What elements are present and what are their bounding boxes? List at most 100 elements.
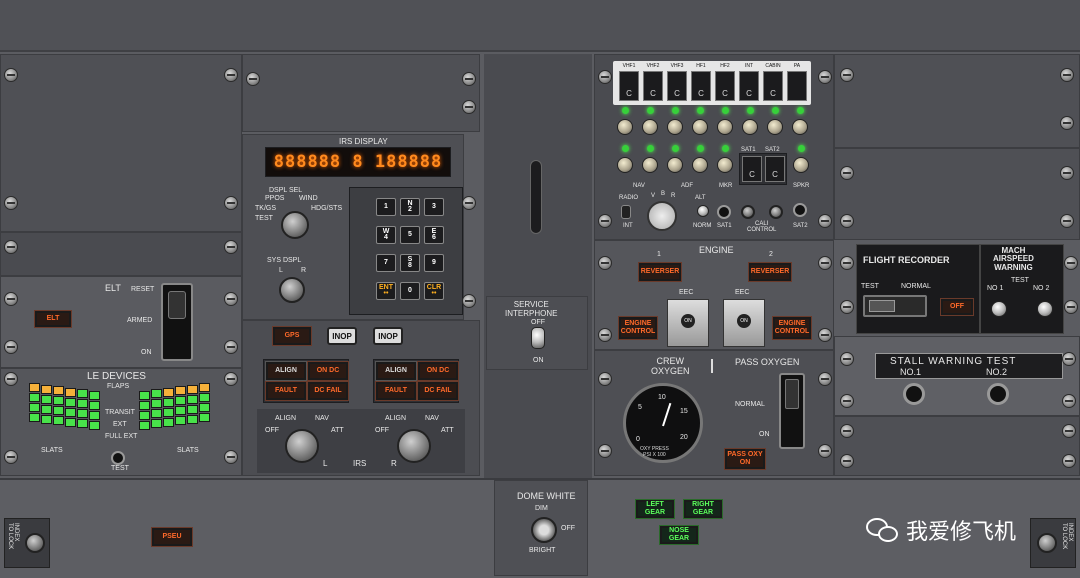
index-lock-left[interactable]: INDEX TO LOCK [4,518,50,568]
volume-knob[interactable] [742,119,758,135]
volume-knob[interactable] [717,157,733,173]
le-indicator-light [199,393,210,402]
cali-knob-2[interactable] [769,205,783,219]
vbr-filter-knob[interactable] [647,201,677,231]
sat2-jack[interactable] [793,203,807,217]
audio-tabs: VHF1 C VHF2 C VHF3 C HF1 C HF2 C INT C CABIN C PA [617,61,809,105]
elt-switch[interactable] [161,283,193,361]
cali-knob-1[interactable] [741,205,755,219]
keypad-key[interactable]: ENT •• [376,282,396,300]
volume-knob[interactable] [617,119,633,135]
stall-test-2-button[interactable] [987,383,1009,405]
keypad-key[interactable]: 3 [424,198,444,216]
mach-test-1[interactable] [991,301,1007,317]
audio-transmit-button[interactable]: C [643,71,663,101]
r-off-label: OFF [375,427,389,434]
audio-transmit-button[interactable]: C [763,71,783,101]
b-label: B [661,191,666,197]
le-indicator-light [89,391,100,400]
volume-knob[interactable] [642,157,658,173]
sat2-button[interactable]: C [765,156,785,182]
keypad-key[interactable]: S 8 [400,254,420,272]
keypad-key[interactable]: N 2 [400,198,420,216]
le-test-button[interactable] [111,451,125,465]
spkr-knob[interactable] [793,157,809,173]
inop-button-1[interactable]: INOP [327,327,357,345]
volume-knob[interactable] [667,157,683,173]
elt-on-label: ON [141,349,152,356]
alt-norm-toggle[interactable] [697,205,709,217]
volume-knob[interactable] [642,119,658,135]
right-irs-mode-knob[interactable] [397,429,431,463]
inop-button-2[interactable]: INOP [373,327,403,345]
volume-knob[interactable] [667,119,683,135]
audio-transmit-button[interactable]: C [619,71,639,101]
le-indicator-light [187,394,198,404]
mach-no1-label: NO 1 [987,285,1004,292]
dome-white-toggle[interactable] [531,517,557,543]
stall-warning-panel: STALL WARNING TEST NO.1 NO.2 [834,336,1080,416]
radio-int-switch[interactable] [621,205,631,219]
volume-knob[interactable] [692,157,708,173]
volume-knob[interactable] [692,119,708,135]
receiver-led [797,107,804,114]
service-off-label: OFF [531,319,545,326]
keypad-key[interactable]: 9 [424,254,444,272]
audio-transmit-button[interactable] [787,71,807,101]
screw-icon [4,450,18,464]
eec-2-guard[interactable]: ON [723,299,765,347]
stall-test-1-button[interactable] [903,383,925,405]
le-indicator-light [199,403,210,412]
keypad-key[interactable]: 7 [376,254,396,272]
audio-tab-label: VHF2 [646,63,660,69]
keypad-key[interactable]: E 6 [424,226,444,244]
le-indicator-light [199,383,210,392]
audio-transmit-button[interactable]: C [667,71,687,101]
receiver-led [747,107,754,114]
audio-transmit-button[interactable]: C [739,71,759,101]
screw-icon [462,196,476,210]
flight-recorder-title: FLIGHT RECORDER [863,255,950,265]
audio-transmit-button[interactable]: C [715,71,735,101]
mach-warning-panel: MACH AIRSPEED WARNING TEST NO 1 NO 2 [980,244,1064,334]
le-indicator-light [151,389,162,399]
flight-recorder-switch[interactable] [863,295,927,317]
norm-label: NORM [693,223,712,229]
keypad-key[interactable]: 1 [376,198,396,216]
service-interphone-toggle[interactable] [531,327,545,349]
irs-right-annunciators: ALIGN ON DC FAULT DC FAIL [373,359,459,403]
irs-mode-panel: GPS INOP INOP ALIGN ON DC FAULT DC FAIL … [242,320,480,476]
index-lock-right[interactable]: INDEX TO LOCK [1030,518,1076,568]
receiver-led [647,145,654,152]
sys-display-knob[interactable] [279,277,305,303]
screw-icon [840,352,854,366]
index-lock-left-knob[interactable] [25,533,45,553]
volume-knob[interactable] [617,157,633,173]
left-irs-mode-knob[interactable] [285,429,319,463]
keypad-key[interactable]: 5 [400,226,420,244]
keypad-key[interactable]: 0 [400,282,420,300]
screw-icon [598,70,612,84]
sat-buttons: C C [739,153,787,185]
top-bezel [0,0,1080,52]
display-select-knob[interactable] [281,211,309,239]
engine-control-2: ENGINE CONTROL [772,316,812,340]
mach-test-2[interactable] [1037,301,1053,317]
pass-oxygen-switch[interactable] [779,373,805,449]
index-lock-right-knob[interactable] [1037,533,1057,553]
left-blank-strip [0,232,242,276]
volume-knob[interactable] [717,119,733,135]
right-blank-panel-1 [834,54,1080,148]
volume-knob[interactable] [767,119,783,135]
sat1-button[interactable]: C [742,156,762,182]
volume-knob[interactable] [792,119,808,135]
le-indicator-light [65,407,76,417]
sat1-jack[interactable] [717,205,731,219]
le-indicator-light [175,406,186,416]
eec-1-guard[interactable]: ON [667,299,709,347]
audio-transmit-button[interactable]: C [691,71,711,101]
r-align-label: ALIGN [385,415,407,422]
keypad-key[interactable]: CLR •• [424,282,444,300]
keypad-key[interactable]: W 4 [376,226,396,244]
sat1-jack-label: SAT1 [717,223,732,229]
